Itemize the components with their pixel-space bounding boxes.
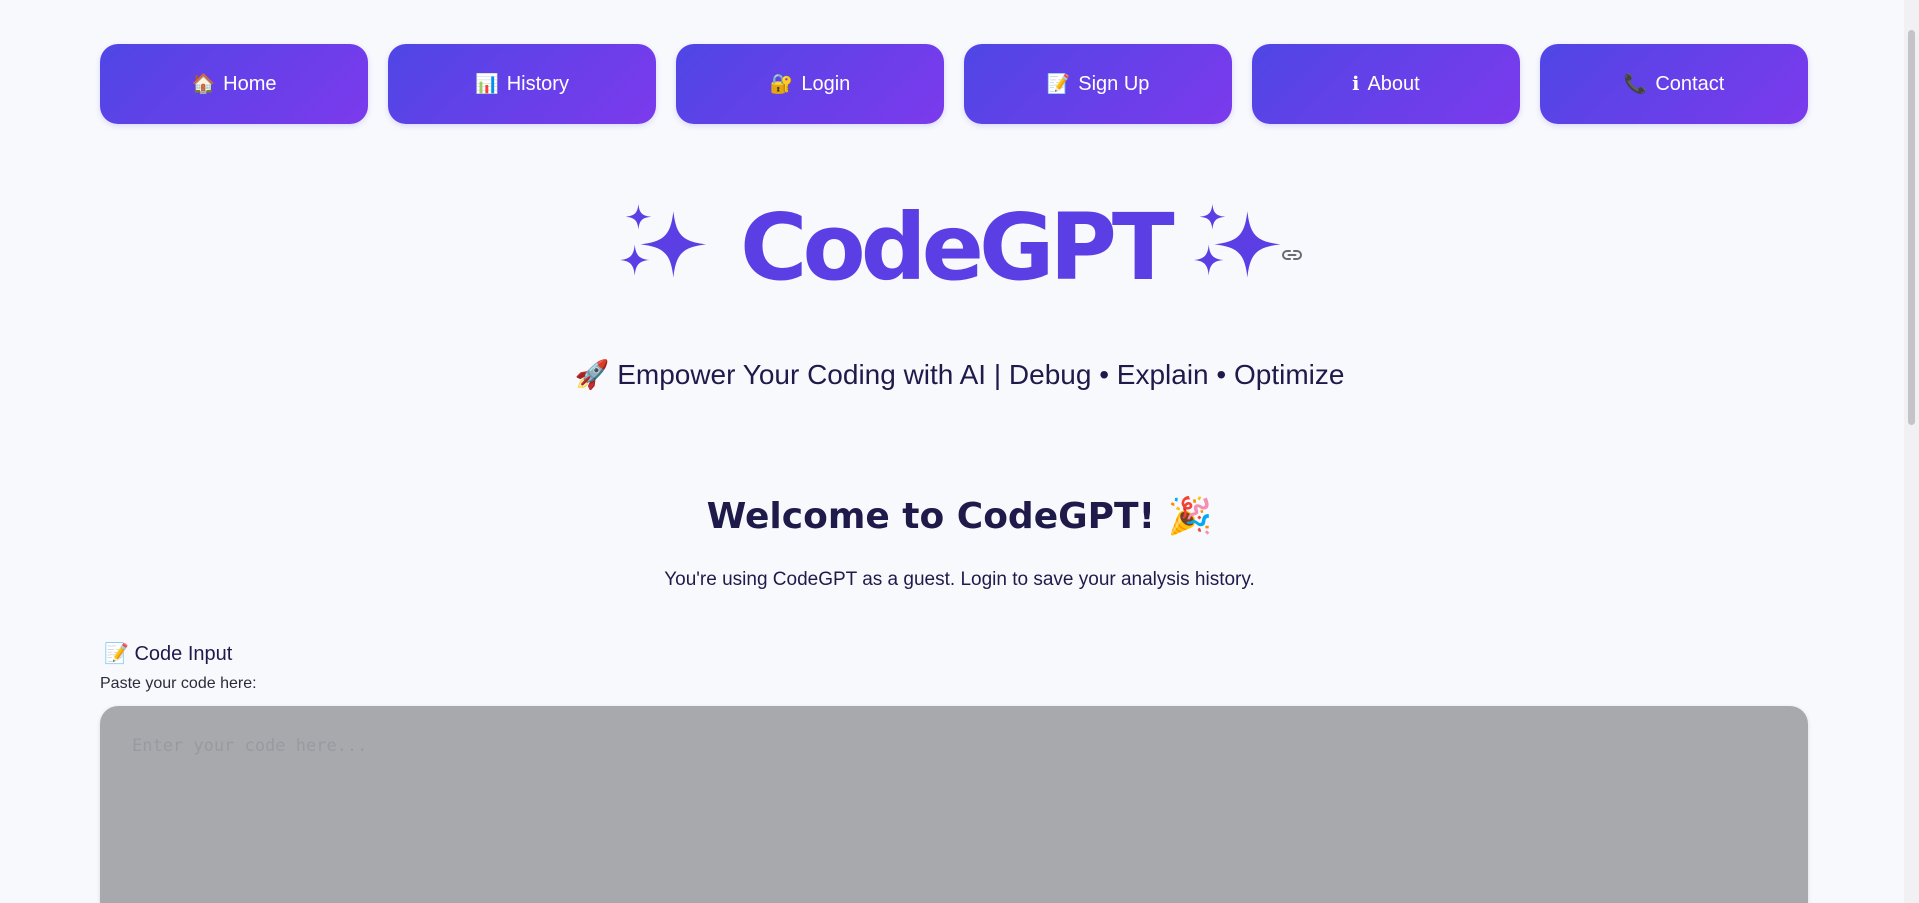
code-input-section-title: 📝 Code Input [104,643,233,665]
house-icon: 🏠 [191,73,216,95]
nav-signup-label: Sign Up [1078,72,1150,95]
nav-home-label: Home [223,72,277,95]
nav-login-button[interactable]: 🔐 Login [676,44,944,124]
nav-about-label: About [1367,72,1420,95]
page: 🏠 Home 📊 History 🔐 Login 📝 Sign Up ℹ Abo… [0,0,1919,903]
nav-login-label: Login [801,72,851,95]
scrollbar-thumb[interactable] [1908,30,1915,425]
welcome-heading: Welcome to CodeGPT! 🎉 [706,496,1213,537]
page-scrollbar[interactable] [1904,0,1919,903]
tagline: 🚀 Empower Your Coding with AI | Debug • … [574,359,1345,390]
nav-contact-button[interactable]: 📞 Contact [1540,44,1808,124]
nav-signup-button[interactable]: 📝 Sign Up [964,44,1232,124]
code-input-textarea[interactable] [100,706,1808,903]
sparkles-icon [1193,203,1281,278]
logo-header: CodeGPT [0,198,1919,298]
info-icon: ℹ [1352,73,1360,95]
memo-icon: 📝 [1046,73,1071,95]
nav-about-button[interactable]: ℹ About [1252,44,1520,124]
phone-icon: 📞 [1623,73,1648,95]
nav-history-button[interactable]: 📊 History [388,44,656,124]
sparkles-icon [620,203,707,278]
app-title: CodeGPT [740,194,1175,301]
nav-home-button[interactable]: 🏠 Home [100,44,368,124]
nav-history-label: History [506,72,569,95]
logo-group: CodeGPT [620,198,1286,298]
top-nav: 🏠 Home 📊 History 🔐 Login 📝 Sign Up ℹ Abo… [100,44,1808,124]
nav-contact-label: Contact [1655,72,1725,95]
bar-chart-icon: 📊 [475,73,499,95]
guest-note: You're using CodeGPT as a guest. Login t… [664,569,1255,590]
link-icon[interactable] [1280,243,1304,267]
code-input-label: Paste your code here: [100,675,257,692]
lock-icon: 🔐 [769,73,794,95]
